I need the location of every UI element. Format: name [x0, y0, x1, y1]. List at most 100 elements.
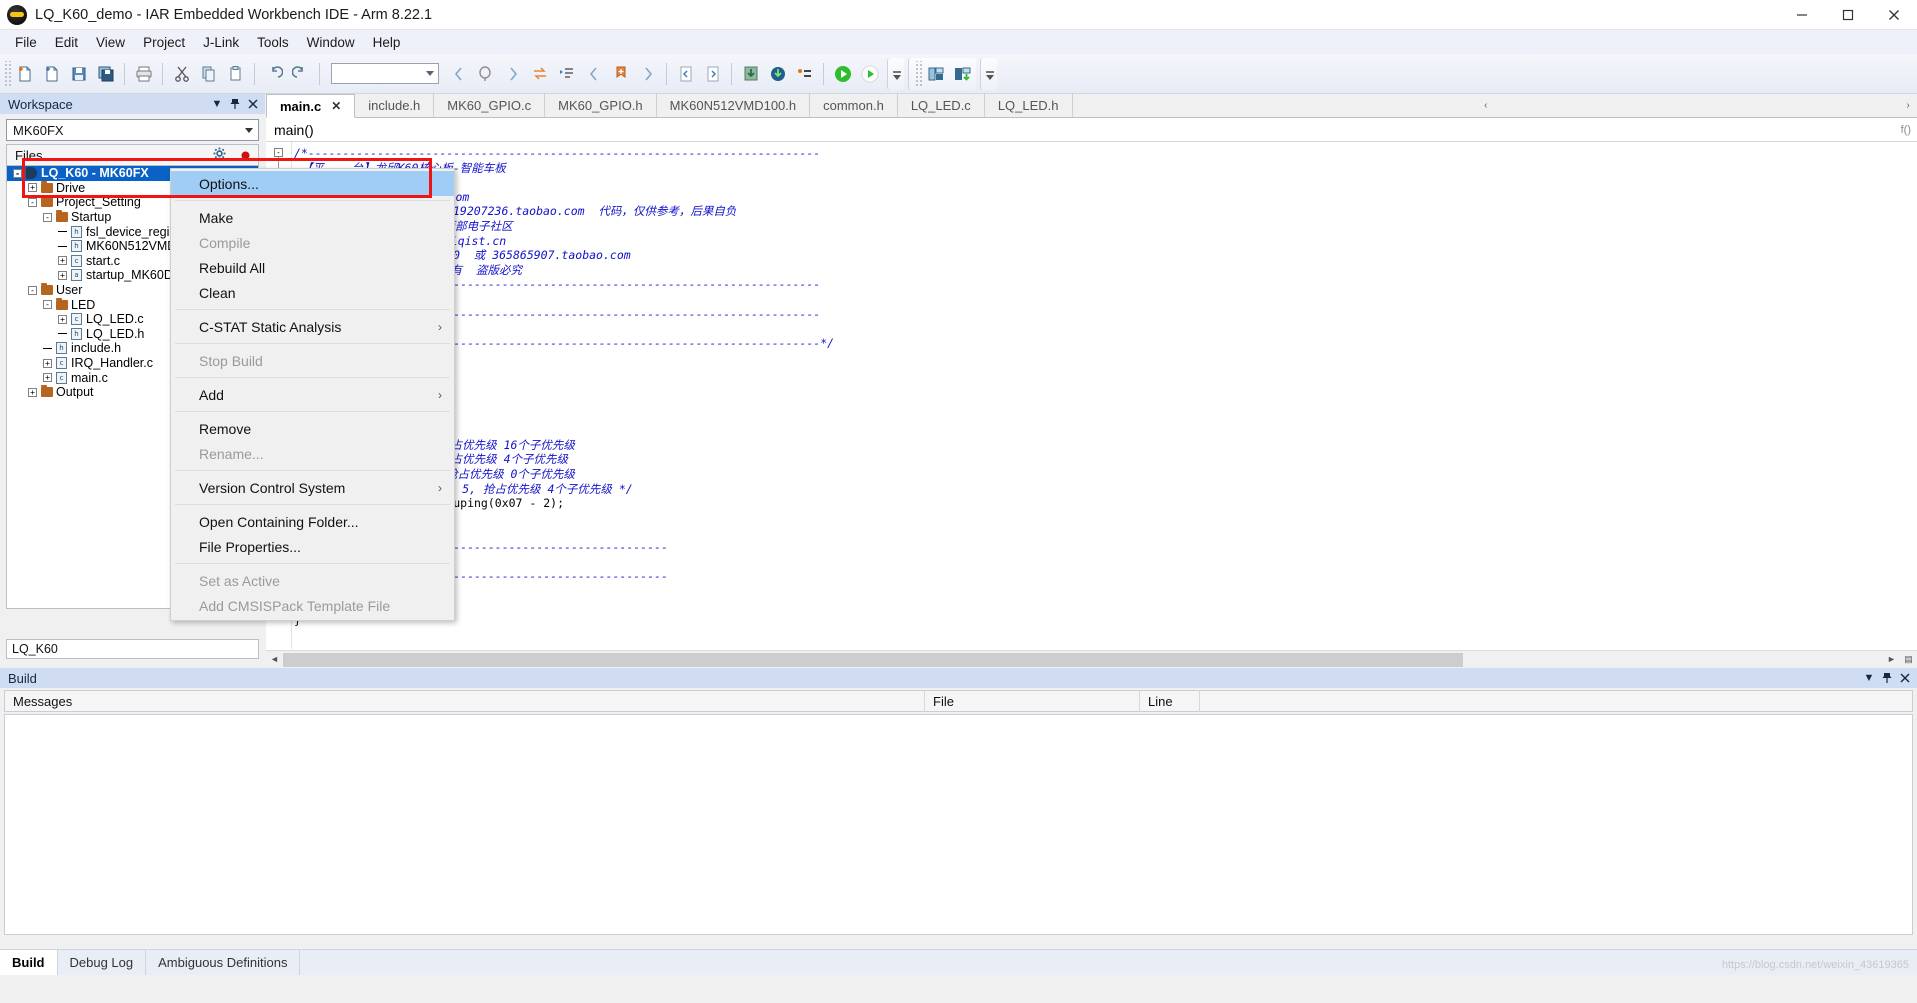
close-icon[interactable]: [245, 96, 261, 112]
chevron-down-icon[interactable]: ▼: [1861, 670, 1877, 686]
editor-tab-mk60-gpio-c[interactable]: MK60_GPIO.c: [434, 93, 546, 117]
context-menu-item-file-properties[interactable]: File Properties...: [171, 534, 454, 559]
context-menu-item-open-containing-folder[interactable]: Open Containing Folder...: [171, 509, 454, 534]
new-workspace-icon[interactable]: [38, 60, 65, 88]
project-context-menu[interactable]: Options... Make Compile Rebuild All Clean C-S…: [170, 168, 455, 621]
context-menu-item-make[interactable]: Make: [171, 205, 454, 230]
tree-expander-icon[interactable]: -: [41, 298, 54, 311]
tree-expander-icon[interactable]: -: [26, 196, 39, 209]
expander-box[interactable]: +: [28, 387, 37, 397]
download-debug-icon[interactable]: [949, 60, 976, 88]
tree-expander-icon[interactable]: +: [26, 386, 39, 399]
chevron-down-icon[interactable]: [245, 127, 253, 133]
expander-box[interactable]: -: [13, 168, 22, 178]
tree-expander-icon[interactable]: +: [41, 371, 54, 384]
replace-icon[interactable]: [526, 60, 553, 88]
menu-tools[interactable]: Tools: [248, 32, 298, 53]
toolbar-overflow-left[interactable]: [887, 57, 904, 90]
menu-file[interactable]: File: [6, 32, 46, 53]
tree-expander-icon[interactable]: +: [56, 313, 69, 326]
chevron-down-icon[interactable]: [426, 71, 434, 76]
hscroll-track[interactable]: [283, 651, 1883, 667]
context-menu-item-version-control-system[interactable]: Version Control System ›: [171, 475, 454, 500]
quick-search-combo[interactable]: [331, 63, 439, 84]
context-menu-item-add[interactable]: Add ›: [171, 382, 454, 407]
expander-box[interactable]: -: [28, 197, 37, 207]
debug-icon[interactable]: [856, 60, 883, 88]
build-options-icon[interactable]: [791, 60, 818, 88]
bottom-tab-ambiguous-definitions[interactable]: Ambiguous Definitions: [146, 950, 301, 975]
context-menu-item-rebuild-all[interactable]: Rebuild All: [171, 255, 454, 280]
undo-icon[interactable]: [260, 60, 287, 88]
build-col-line[interactable]: Line: [1140, 690, 1200, 712]
tree-expander-icon[interactable]: +: [56, 269, 69, 282]
menu-project[interactable]: Project: [134, 32, 194, 53]
expander-box[interactable]: -: [43, 212, 52, 222]
editor-tab-include-h[interactable]: include.h: [355, 93, 435, 117]
menu-edit[interactable]: Edit: [46, 32, 87, 53]
make-icon[interactable]: [764, 60, 791, 88]
goto-bookmark-icon[interactable]: [553, 60, 580, 88]
tree-expander-icon[interactable]: -: [26, 284, 39, 297]
minimize-button[interactable]: [1779, 0, 1825, 30]
editor-tab-mk60-gpio-h[interactable]: MK60_GPIO.h: [545, 93, 657, 117]
editor-tab-common-h[interactable]: common.h: [810, 93, 898, 117]
editor-tab-lq-led-h[interactable]: LQ_LED.h: [985, 93, 1073, 117]
build-messages-list[interactable]: [4, 714, 1913, 935]
view-toolbar-grip[interactable]: [914, 60, 922, 87]
run-icon[interactable]: [829, 60, 856, 88]
expander-box[interactable]: +: [43, 358, 52, 368]
gear-icon[interactable]: [206, 147, 232, 163]
expander-box[interactable]: +: [58, 256, 67, 266]
project-config-combo[interactable]: MK60FX: [6, 119, 259, 141]
cut-icon[interactable]: [168, 60, 195, 88]
redo-icon[interactable]: [287, 60, 314, 88]
save-all-icon[interactable]: [92, 60, 119, 88]
menu-window[interactable]: Window: [298, 32, 364, 53]
editor-tab-lq-led-c[interactable]: LQ_LED.c: [898, 93, 985, 117]
find-previous-icon[interactable]: [445, 60, 472, 88]
tree-expander-icon[interactable]: +: [41, 357, 54, 370]
code-view[interactable]: - - /*----------------------------------…: [266, 142, 1917, 649]
expander-box[interactable]: +: [43, 373, 52, 383]
editor-horizontal-scrollbar[interactable]: ◄ ► ▤: [266, 650, 1917, 667]
expander-box[interactable]: +: [58, 270, 67, 280]
toolbar-grip[interactable]: [3, 60, 11, 87]
tree-expander-icon[interactable]: -: [41, 211, 54, 224]
bottom-tab-build[interactable]: Build: [0, 950, 58, 975]
fold-toggle-icon[interactable]: -: [274, 148, 283, 157]
scroll-right-icon[interactable]: ►: [1883, 651, 1900, 668]
build-col-file[interactable]: File: [925, 690, 1140, 712]
close-button[interactable]: [1871, 0, 1917, 30]
code-text[interactable]: /*--------------------------------------…: [294, 146, 1917, 649]
tabstrip-scroll-right-icon[interactable]: ›: [1899, 93, 1917, 117]
maximize-button[interactable]: [1825, 0, 1871, 30]
prev-error-icon[interactable]: [672, 60, 699, 88]
compile-icon[interactable]: [737, 60, 764, 88]
menu-help[interactable]: Help: [364, 32, 410, 53]
context-menu-item-clean[interactable]: Clean: [171, 280, 454, 305]
editor-split-icon[interactable]: ▤: [1900, 651, 1917, 668]
context-menu-item-c-stat-static-analysis[interactable]: C-STAT Static Analysis ›: [171, 314, 454, 339]
close-icon[interactable]: ✕: [331, 99, 341, 113]
menu-view[interactable]: View: [87, 32, 134, 53]
find-icon[interactable]: [472, 60, 499, 88]
expander-box[interactable]: +: [58, 314, 67, 324]
expander-box[interactable]: +: [28, 183, 37, 193]
bookmark-icon[interactable]: [607, 60, 634, 88]
navigate-back-icon[interactable]: [580, 60, 607, 88]
expander-box[interactable]: -: [43, 300, 52, 310]
view-toolbar[interactable]: [908, 57, 976, 90]
expander-box[interactable]: -: [28, 285, 37, 295]
save-icon[interactable]: [65, 60, 92, 88]
next-error-icon[interactable]: [699, 60, 726, 88]
pin-icon[interactable]: [227, 96, 243, 112]
navigate-forward-icon[interactable]: [634, 60, 661, 88]
copy-icon[interactable]: [195, 60, 222, 88]
new-document-icon[interactable]: [11, 60, 38, 88]
find-next-icon[interactable]: [499, 60, 526, 88]
workspace-view-icon[interactable]: [922, 60, 949, 88]
editor-tab-mk60n512vmd100-h[interactable]: MK60N512VMD100.h: [657, 93, 811, 117]
tree-expander-icon[interactable]: +: [26, 181, 39, 194]
menu-jlink[interactable]: J-Link: [194, 32, 248, 53]
